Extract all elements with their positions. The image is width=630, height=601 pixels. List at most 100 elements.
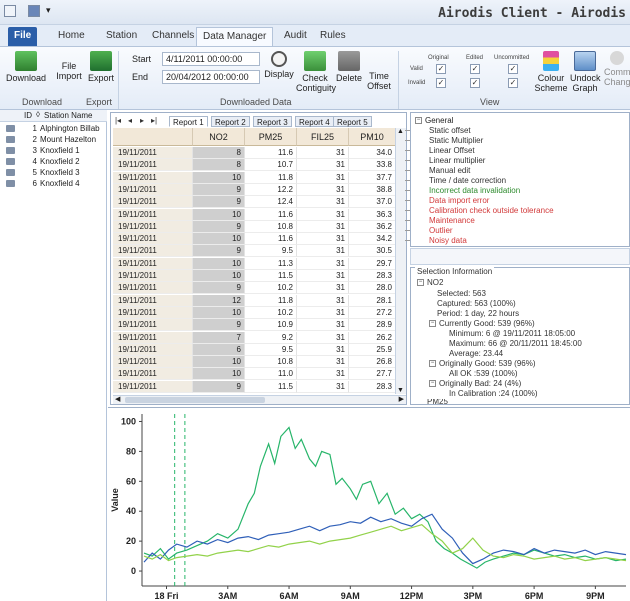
grid-cell[interactable]: 31 — [297, 331, 349, 344]
quick-access-dropdown-icon[interactable]: ▾ — [46, 5, 51, 16]
grid-cell[interactable]: 10 — [193, 233, 245, 246]
tab-audit[interactable]: Audit — [278, 27, 313, 46]
grid-cell[interactable]: 19/11/2011 17:40:00 — [113, 282, 193, 304]
original-valid-checkbox[interactable]: ✓ — [436, 64, 446, 74]
grid-cell[interactable]: 10.2 — [245, 306, 297, 319]
collapse-icon[interactable]: − — [429, 380, 436, 387]
grid-cell[interactable]: 19/11/2011 18:10:00 — [113, 356, 193, 378]
edit-type-item[interactable]: Manual edit — [429, 166, 470, 175]
scroll-down-icon[interactable]: ▼ — [397, 387, 404, 394]
grid-cell[interactable]: 9.2 — [245, 331, 297, 344]
next-report-icon[interactable]: ▸ — [137, 116, 147, 125]
first-report-icon[interactable]: |◂ — [113, 116, 123, 125]
report-tab[interactable]: Report 3 — [253, 116, 292, 127]
grid-cell[interactable]: 12 — [193, 294, 245, 307]
scroll-up-icon[interactable]: ▲ — [397, 128, 404, 135]
grid-cell[interactable]: 27.7 — [349, 368, 396, 381]
grid-cell[interactable]: 11.6 — [245, 208, 297, 221]
grid-cell[interactable]: 10.8 — [245, 356, 297, 369]
grid-row[interactable]: 19/11/2011 18:20:00911.53128.3 — [113, 380, 396, 403]
grid-cell[interactable]: 8 — [193, 147, 245, 159]
edit-type-item[interactable]: Calibration check outside tolerance — [429, 206, 554, 215]
grid-row[interactable]: 19/11/2011 17:15:00910.83136.2 — [113, 220, 396, 243]
grid-cell[interactable]: 31 — [297, 171, 349, 184]
grid-cell[interactable]: 29.7 — [349, 257, 396, 270]
edit-type-item[interactable]: Maintenance — [429, 216, 475, 225]
app-icon[interactable] — [4, 5, 16, 17]
grid-cell[interactable]: 28.3 — [349, 270, 396, 282]
grid-cell[interactable]: 11.8 — [245, 171, 297, 184]
edit-type-item[interactable]: Linear multiplier — [429, 156, 485, 165]
grid-cell[interactable]: 11.5 — [245, 270, 297, 282]
grid-cell[interactable]: 9 — [193, 380, 245, 393]
report-tab[interactable]: Report 5 — [333, 116, 372, 127]
grid-cell[interactable]: 10 — [193, 306, 245, 319]
grid-cell[interactable]: 9 — [193, 183, 245, 196]
grid-cell[interactable]: 33.8 — [349, 159, 396, 172]
tab-data-manager[interactable]: Data Manager — [196, 27, 274, 46]
grid-cell[interactable]: 19/11/2011 17:10:00 — [113, 208, 193, 231]
grid-row[interactable]: 19/11/2011 17:35:001011.53128.3 — [113, 270, 396, 292]
collapse-icon[interactable]: − — [429, 360, 436, 367]
grid-cell[interactable]: 10.8 — [245, 220, 297, 233]
grid-cell[interactable]: 9 — [193, 196, 245, 209]
grid-column-header[interactable]: PM25 — [245, 128, 297, 146]
station-row[interactable]: 4 Knoxfield 2 — [0, 156, 107, 167]
grid-cell[interactable]: 10 — [193, 356, 245, 369]
grid-cell[interactable]: 27.2 — [349, 306, 396, 319]
undock-graph-button[interactable]: Undock Graph — [570, 51, 601, 93]
grid-cell[interactable]: 31 — [297, 257, 349, 270]
report-tab[interactable]: Report 2 — [211, 116, 250, 127]
grid-cell[interactable]: 36.3 — [349, 208, 396, 221]
check-contiguity-button[interactable]: Check Contiguity — [296, 51, 336, 93]
edit-type-item[interactable]: Time / date correction — [429, 176, 506, 185]
grid-cell[interactable]: 38.8 — [349, 183, 396, 196]
grid-cell[interactable]: 19/11/2011 17:35:00 — [113, 270, 193, 292]
export-button[interactable]: Export — [88, 51, 114, 83]
grid-cell[interactable]: 26.8 — [349, 356, 396, 369]
grid-cell[interactable]: 37.7 — [349, 171, 396, 184]
grid-horizontal-scrollbar[interactable]: ◀ ▶ — [113, 395, 406, 404]
grid-row[interactable]: 19/11/2011 16:55:001011.83137.7 — [113, 171, 396, 194]
grid-cell[interactable]: 34.2 — [349, 233, 396, 246]
edit-type-item[interactable]: Linear Offset — [429, 146, 475, 155]
grid-cell[interactable]: 31 — [297, 306, 349, 319]
grid-cell[interactable]: 10.9 — [245, 319, 297, 332]
edit-type-item[interactable]: Noisy data — [429, 236, 467, 245]
grid-cell[interactable]: 31 — [297, 343, 349, 356]
grid-cell[interactable]: 19/11/2011 17:55:00 — [113, 319, 193, 341]
grid-cell[interactable]: 9 — [193, 319, 245, 332]
grid-cell[interactable]: 31 — [297, 233, 349, 246]
grid-cell[interactable]: 31 — [297, 356, 349, 369]
original-invalid-checkbox[interactable]: ✓ — [436, 78, 446, 88]
edit-type-item[interactable]: Static Multiplier — [429, 136, 483, 145]
grid-cell[interactable]: 11.6 — [245, 233, 297, 246]
grid-cell[interactable]: 6 — [193, 343, 245, 356]
grid-cell[interactable]: 19/11/2011 17:25:00 — [113, 245, 193, 267]
grid-cell[interactable]: 31 — [297, 282, 349, 295]
column-header-id[interactable]: ID — [24, 111, 32, 120]
grid-cell[interactable]: 19/11/2011 17:05:00 — [113, 196, 193, 218]
grid-cell[interactable]: 37.0 — [349, 196, 396, 209]
splitter-bar[interactable] — [410, 248, 630, 265]
grid-row[interactable]: 19/11/2011 17:20:001011.63134.2 — [113, 233, 396, 255]
station-row[interactable]: 1 Alphington Billab — [0, 123, 107, 134]
grid-cell[interactable]: 19/11/2011 17:30:00 — [113, 257, 193, 280]
grid-cell[interactable]: 19/11/2011 17:00:00 — [113, 183, 193, 206]
grid-row[interactable]: 19/11/2011 18:15:001011.03127.7 — [113, 368, 396, 390]
grid-cell[interactable]: 10.2 — [245, 282, 297, 295]
grid-row[interactable]: 19/11/2011 18:05:0069.53125.9 — [113, 343, 396, 366]
grid-row[interactable]: 19/11/2011 17:10:001011.63136.3 — [113, 208, 396, 231]
grid-row[interactable]: 19/11/2011 17:00:00912.23138.8 — [113, 183, 396, 206]
grid-cell[interactable]: 31 — [297, 220, 349, 233]
scroll-right-icon[interactable]: ▶ — [399, 395, 404, 403]
grid-cell[interactable]: 31 — [297, 270, 349, 282]
grid-cell[interactable]: 11.6 — [245, 147, 297, 159]
grid-cell[interactable]: 11.8 — [245, 294, 297, 307]
grid-cell[interactable]: 28.1 — [349, 294, 396, 307]
grid-cell[interactable]: 31 — [297, 245, 349, 258]
grid-cell[interactable]: 11.0 — [245, 368, 297, 381]
tab-file[interactable]: File — [8, 27, 38, 46]
grid-cell[interactable]: 28.3 — [349, 380, 396, 393]
download-button[interactable]: Download — [4, 51, 48, 83]
